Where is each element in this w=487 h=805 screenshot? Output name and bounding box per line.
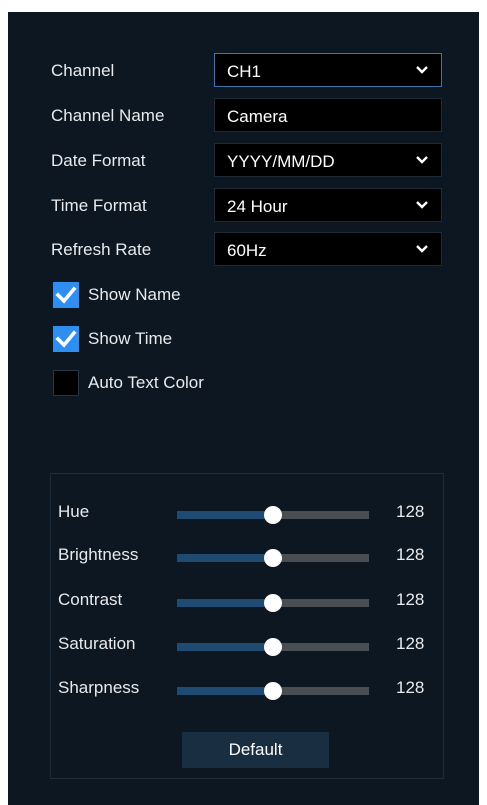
hue-value: 128 [396, 502, 425, 521]
channel-name-row: Channel Name Camera [8, 98, 479, 136]
show-name-label: Show Name [88, 285, 181, 304]
channel-value: CH1 [227, 62, 262, 81]
contrast-slider-row: Contrast 128 [51, 586, 445, 616]
refresh-rate-select[interactable]: 60Hz [214, 232, 442, 266]
contrast-slider-fill [177, 599, 273, 607]
show-time-checkbox[interactable] [53, 326, 79, 352]
auto-text-color-option[interactable]: Auto Text Color [53, 370, 303, 398]
saturation-slider-row: Saturation 128 [51, 630, 445, 660]
saturation-value: 128 [396, 634, 425, 653]
contrast-slider-handle[interactable] [264, 594, 282, 612]
refresh-rate-value: 60Hz [227, 241, 267, 260]
date-format-select[interactable]: YYYY/MM/DD [214, 143, 442, 177]
time-format-label: Time Format [51, 196, 147, 215]
refresh-rate-label: Refresh Rate [51, 240, 152, 259]
chevron-down-icon [416, 245, 428, 253]
display-settings-panel: Channel CH1 Channel Name Camera Date For… [8, 12, 479, 805]
date-format-label: Date Format [51, 151, 146, 170]
channel-name-input[interactable]: Camera [214, 98, 442, 132]
hue-slider-fill [177, 511, 273, 519]
show-name-checkbox[interactable] [53, 282, 79, 308]
show-time-label: Show Time [88, 329, 173, 348]
date-format-row: Date Format YYYY/MM/DD [8, 143, 479, 181]
checkmark-icon [55, 330, 77, 348]
hue-slider-row: Hue 128 [51, 498, 445, 528]
hue-slider-handle[interactable] [264, 506, 282, 524]
sharpness-slider[interactable] [177, 682, 369, 700]
contrast-value: 128 [396, 590, 425, 609]
saturation-slider-fill [177, 643, 273, 651]
channel-select[interactable]: CH1 [214, 53, 442, 87]
refresh-rate-row: Refresh Rate 60Hz [8, 232, 479, 270]
time-format-value: 24 Hour [227, 197, 288, 216]
sharpness-slider-fill [177, 687, 273, 695]
sharpness-label: Sharpness [58, 678, 140, 697]
image-adjust-group: Hue 128 Brightness 128 Contrast 128 Satu… [50, 473, 444, 779]
brightness-value: 128 [396, 545, 425, 564]
time-format-row: Time Format 24 Hour [8, 188, 479, 226]
contrast-slider[interactable] [177, 594, 369, 612]
hue-label: Hue [58, 502, 90, 521]
brightness-slider-fill [177, 554, 273, 562]
hue-slider[interactable] [177, 506, 369, 524]
channel-name-value: Camera [227, 107, 288, 126]
brightness-slider-row: Brightness 128 [51, 541, 445, 571]
checkmark-icon [55, 286, 77, 304]
saturation-slider[interactable] [177, 638, 369, 656]
sharpness-value: 128 [396, 678, 425, 697]
channel-name-label: Channel Name [51, 106, 165, 125]
brightness-slider[interactable] [177, 549, 369, 567]
auto-text-color-checkbox[interactable] [53, 370, 79, 396]
chevron-down-icon [416, 156, 428, 164]
channel-row: Channel CH1 [8, 53, 479, 91]
brightness-slider-handle[interactable] [264, 549, 282, 567]
auto-text-color-label: Auto Text Color [88, 373, 204, 392]
brightness-label: Brightness [58, 545, 139, 564]
chevron-down-icon [416, 201, 428, 209]
sharpness-slider-row: Sharpness 128 [51, 674, 445, 704]
contrast-label: Contrast [58, 590, 123, 609]
saturation-label: Saturation [58, 634, 136, 653]
saturation-slider-handle[interactable] [264, 638, 282, 656]
default-button[interactable]: Default [182, 732, 329, 768]
chevron-down-icon [416, 66, 428, 74]
time-format-select[interactable]: 24 Hour [214, 188, 442, 222]
date-format-value: YYYY/MM/DD [227, 152, 335, 171]
sharpness-slider-handle[interactable] [264, 682, 282, 700]
show-name-option[interactable]: Show Name [53, 282, 303, 310]
channel-label: Channel [51, 61, 115, 80]
show-time-option[interactable]: Show Time [53, 326, 303, 354]
